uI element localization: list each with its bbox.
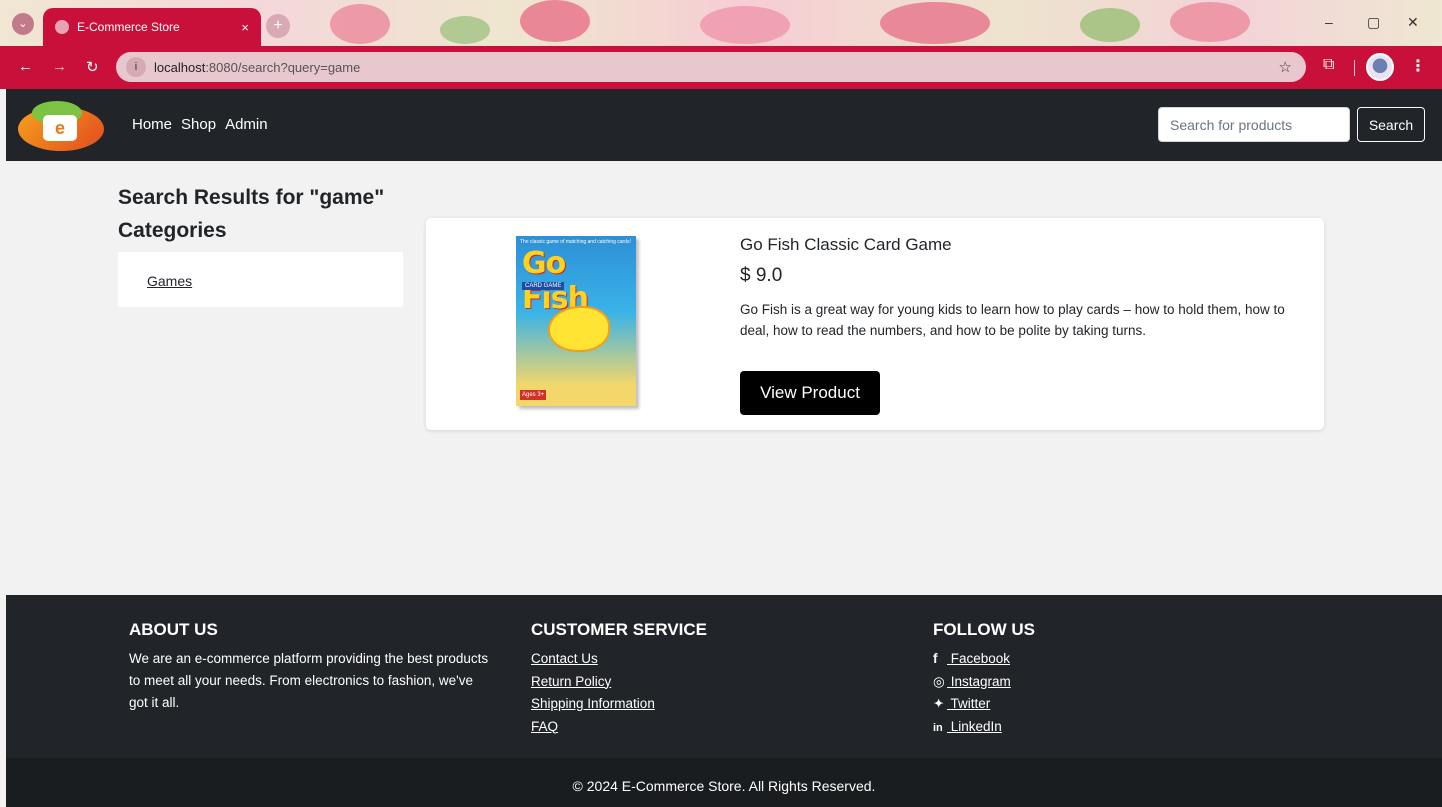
floral-decoration [440, 16, 490, 44]
footer-link-return-policy[interactable]: Return Policy [531, 671, 707, 694]
copyright-bar: © 2024 E-Commerce Store. All Rights Rese… [6, 758, 1442, 807]
site-navbar: e Home Shop Admin Search [6, 89, 1442, 161]
back-arrow-icon[interactable]: ← [18, 58, 33, 75]
product-image[interactable]: The classic game of matching and catchin… [516, 236, 640, 410]
globe-icon [55, 20, 69, 34]
toolbar-divider [1354, 60, 1355, 76]
about-title: ABOUT US [129, 620, 218, 639]
url-text: localhost:8080/search?query=game [154, 60, 360, 75]
product-card: The classic game of matching and catchin… [426, 218, 1324, 430]
floral-decoration [700, 6, 790, 44]
extensions-icon[interactable]: ⧉ [1323, 56, 1334, 74]
category-link-games[interactable]: Games [147, 273, 192, 289]
browser-menu-icon[interactable]: ⋮ [1410, 56, 1426, 76]
facebook-label: Facebook [947, 651, 1011, 666]
fish-illustration [548, 306, 610, 352]
box-tagline: The classic game of matching and catchin… [520, 239, 631, 245]
footer-link-contact[interactable]: Contact Us [531, 648, 707, 671]
browser-toolbar: ← → ↻ i localhost:8080/search?query=game… [0, 46, 1442, 89]
site-info-icon[interactable]: i [126, 57, 146, 77]
about-text: We are an e-commerce platform providing … [129, 651, 489, 710]
nav-link-admin[interactable]: Admin [225, 116, 268, 133]
product-price: $ 9.0 [740, 265, 783, 286]
profile-avatar-icon[interactable] [1366, 53, 1394, 81]
twitter-icon: ✦ [933, 696, 945, 711]
footer-about: ABOUT US We are an e-commerce platform p… [129, 620, 489, 714]
box-subtitle: CARD GAME [522, 282, 565, 290]
facebook-icon: f [933, 651, 938, 666]
minimize-icon[interactable]: – [1325, 14, 1333, 30]
product-name: Go Fish Classic Card Game [740, 235, 952, 254]
url-host: localhost [154, 59, 206, 75]
footer-link-twitter[interactable]: ✦ Twitter [933, 693, 1035, 716]
footer-link-linkedin[interactable]: in LinkedIn [933, 716, 1035, 740]
floral-decoration [330, 4, 390, 44]
floral-decoration [520, 0, 590, 42]
categories-heading: Categories [118, 219, 227, 242]
categories-list: Games [118, 252, 403, 307]
reload-icon[interactable]: ↻ [86, 58, 99, 76]
search-button[interactable]: Search [1357, 107, 1425, 142]
close-tab-icon[interactable]: × [241, 20, 249, 35]
instagram-label: Instagram [947, 673, 1011, 689]
box-age-badge: Ages 3+ [520, 390, 547, 400]
restore-icon[interactable]: ▢ [1367, 14, 1380, 31]
footer-link-facebook[interactable]: f Facebook [933, 648, 1035, 671]
new-tab-button[interactable]: + [266, 14, 290, 38]
instagram-icon: ◎ [933, 673, 945, 689]
store-logo[interactable]: e [18, 101, 104, 151]
twitter-label: Twitter [947, 696, 991, 711]
tab-search-icon[interactable]: ⌄ [12, 13, 34, 35]
follow-title: FOLLOW US [933, 620, 1035, 639]
view-product-button[interactable]: View Product [740, 371, 880, 415]
floral-decoration [1080, 8, 1140, 42]
site-footer: ABOUT US We are an e-commerce platform p… [6, 595, 1442, 758]
footer-link-faq[interactable]: FAQ [531, 716, 707, 739]
linkedin-icon: in [933, 721, 943, 734]
address-bar[interactable]: i localhost:8080/search?query=game ☆ [116, 52, 1306, 82]
shopping-bag-icon: e [43, 115, 77, 141]
floral-decoration [1170, 2, 1250, 42]
footer-customer-service: CUSTOMER SERVICE Contact Us Return Polic… [531, 620, 707, 738]
search-results-heading: Search Results for "game" [118, 186, 385, 209]
floral-decoration [880, 2, 990, 44]
footer-link-shipping[interactable]: Shipping Information [531, 693, 707, 716]
linkedin-label: LinkedIn [947, 718, 1002, 734]
tab-ecommerce-store[interactable]: E-Commerce Store × [43, 8, 261, 46]
forward-arrow-icon[interactable]: → [52, 58, 67, 75]
nav-link-home[interactable]: Home [132, 116, 172, 133]
footer-follow: FOLLOW US f Facebook ◎ Instagram ✦ Twitt… [933, 620, 1035, 739]
nav-links: Home Shop Admin [132, 116, 268, 133]
card-game-box: The classic game of matching and catchin… [516, 236, 636, 406]
customer-service-title: CUSTOMER SERVICE [531, 620, 708, 639]
bookmark-star-icon[interactable]: ☆ [1279, 58, 1292, 76]
window-close-icon[interactable]: ✕ [1407, 14, 1419, 31]
product-search-input[interactable] [1158, 107, 1350, 142]
footer-link-instagram[interactable]: ◎ Instagram [933, 671, 1035, 694]
browser-window: ⌄ E-Commerce Store × + – ▢ ✕ ← → ↻ i loc… [0, 0, 1442, 89]
tab-strip: ⌄ E-Commerce Store × + – ▢ ✕ [0, 0, 1442, 46]
url-path: :8080/search?query=game [205, 59, 361, 75]
product-description: Go Fish is a great way for young kids to… [740, 302, 1285, 338]
nav-link-shop[interactable]: Shop [181, 116, 216, 133]
tab-title: E-Commerce Store [77, 20, 180, 34]
